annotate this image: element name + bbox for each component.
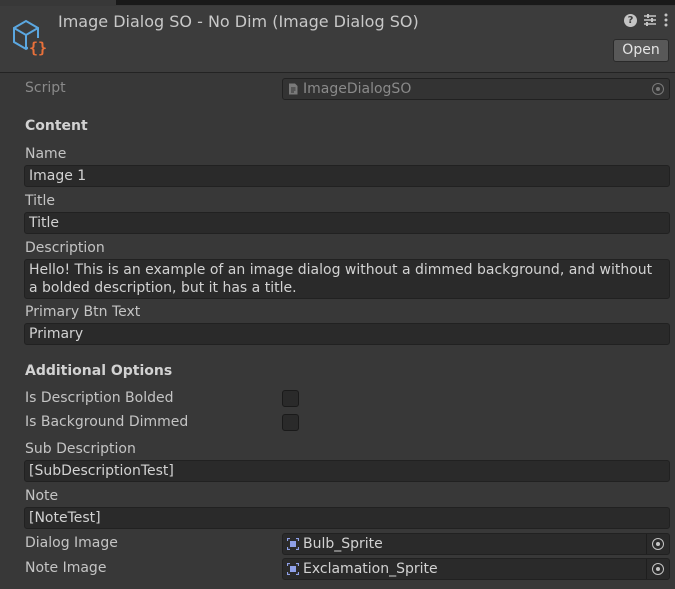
title-field[interactable]: Title — [24, 212, 670, 234]
preset-sliders-icon[interactable] — [643, 13, 657, 27]
svg-text:{}: {} — [29, 39, 47, 57]
primary-btn-text-label: Primary Btn Text — [25, 304, 141, 320]
sprite-icon — [287, 538, 299, 550]
note-label: Note — [25, 488, 59, 504]
sub-description-label: Sub Description — [25, 441, 136, 457]
open-button[interactable]: Open — [613, 39, 669, 62]
object-picker-icon[interactable] — [652, 538, 664, 550]
note-field[interactable]: [NoteTest] — [24, 507, 670, 529]
inspector-body: Script ImageDialogSO Content Name Image … — [0, 74, 675, 589]
sub-description-field[interactable]: [SubDescriptionTest] — [24, 460, 670, 482]
dialog-image-value: Bulb_Sprite — [303, 536, 383, 552]
note-image-value: Exclamation_Sprite — [303, 561, 438, 577]
more-vert-icon[interactable] — [663, 13, 669, 27]
dialog-image-field[interactable]: Bulb_Sprite — [282, 533, 670, 555]
additional-options-section-header: Additional Options — [25, 363, 173, 379]
script-label: Script — [25, 80, 66, 96]
name-field[interactable]: Image 1 — [24, 165, 670, 187]
object-picker-icon[interactable] — [652, 563, 664, 575]
description-label: Description — [25, 240, 105, 256]
script-value: ImageDialogSO — [303, 81, 412, 97]
is-background-dimmed-label: Is Background Dimmed — [25, 414, 189, 430]
object-picker-icon — [652, 83, 664, 95]
inspector-header: {} Image Dialog SO - No Dim (Image Dialo… — [0, 6, 675, 73]
content-section-header: Content — [25, 118, 88, 134]
is-background-dimmed-checkbox[interactable] — [282, 414, 299, 431]
is-description-bolded-label: Is Description Bolded — [25, 390, 174, 406]
sprite-icon — [287, 563, 299, 575]
description-field[interactable]: Hello! This is an example of an image di… — [24, 259, 670, 299]
is-description-bolded-checkbox[interactable] — [282, 390, 299, 407]
note-image-field[interactable]: Exclamation_Sprite — [282, 558, 670, 580]
help-icon[interactable]: ? — [624, 13, 637, 27]
title-label: Title — [25, 193, 56, 209]
primary-btn-text-field[interactable]: Primary — [24, 323, 670, 345]
note-image-label: Note Image — [25, 560, 107, 576]
script-field: ImageDialogSO — [282, 78, 670, 100]
scriptable-object-icon: {} — [13, 19, 48, 57]
script-file-icon — [289, 83, 298, 95]
name-label: Name — [25, 146, 67, 162]
asset-title: Image Dialog SO - No Dim (Image Dialog S… — [58, 12, 419, 31]
dialog-image-label: Dialog Image — [25, 535, 118, 551]
